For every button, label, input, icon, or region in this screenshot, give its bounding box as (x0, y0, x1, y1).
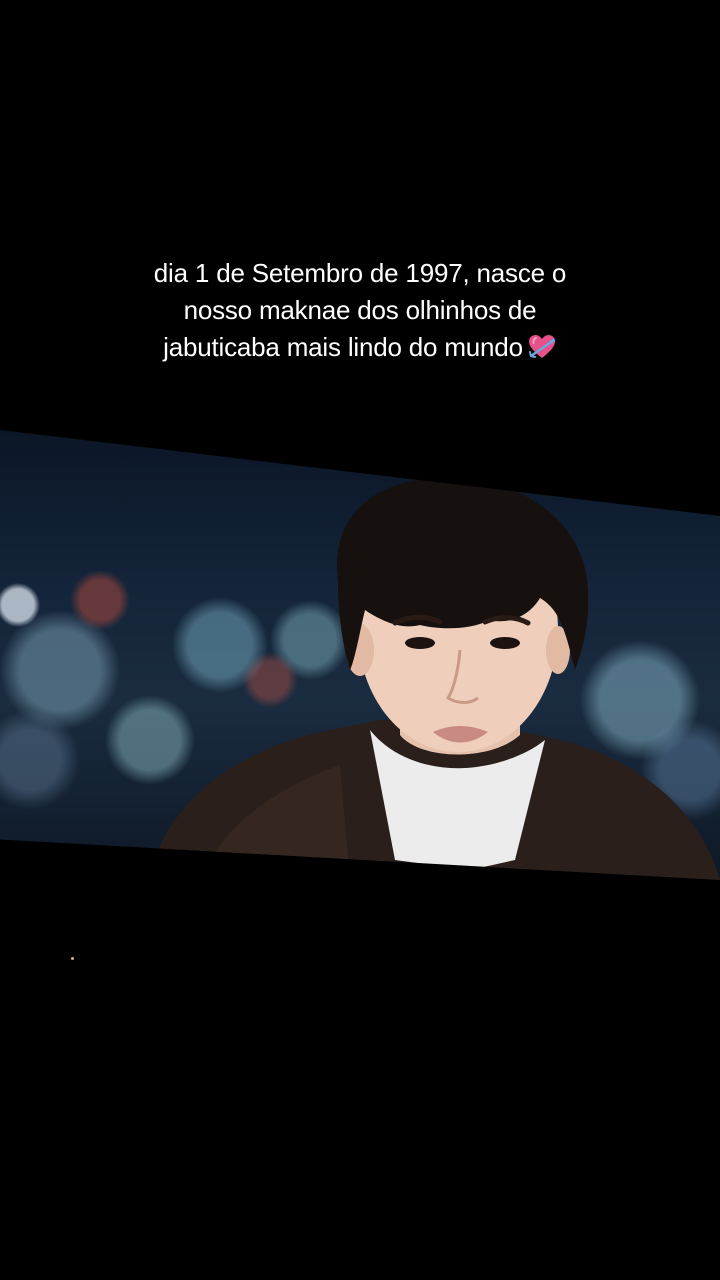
heart-with-arrow-icon (527, 332, 557, 362)
caption-line-3: jabuticaba mais lindo do mundo (163, 332, 523, 362)
person-figure (150, 477, 720, 880)
video-caption: dia 1 de Setembro de 1997, nasce o nosso… (0, 255, 720, 366)
screen-light-dot (71, 957, 74, 960)
caption-line-3-wrap: jabuticaba mais lindo do mundo (0, 329, 720, 366)
caption-line-2: nosso maknae dos olhinhos de (183, 295, 537, 325)
caption-line-1: dia 1 de Setembro de 1997, nasce o (153, 258, 567, 288)
video-frame (0, 430, 720, 880)
